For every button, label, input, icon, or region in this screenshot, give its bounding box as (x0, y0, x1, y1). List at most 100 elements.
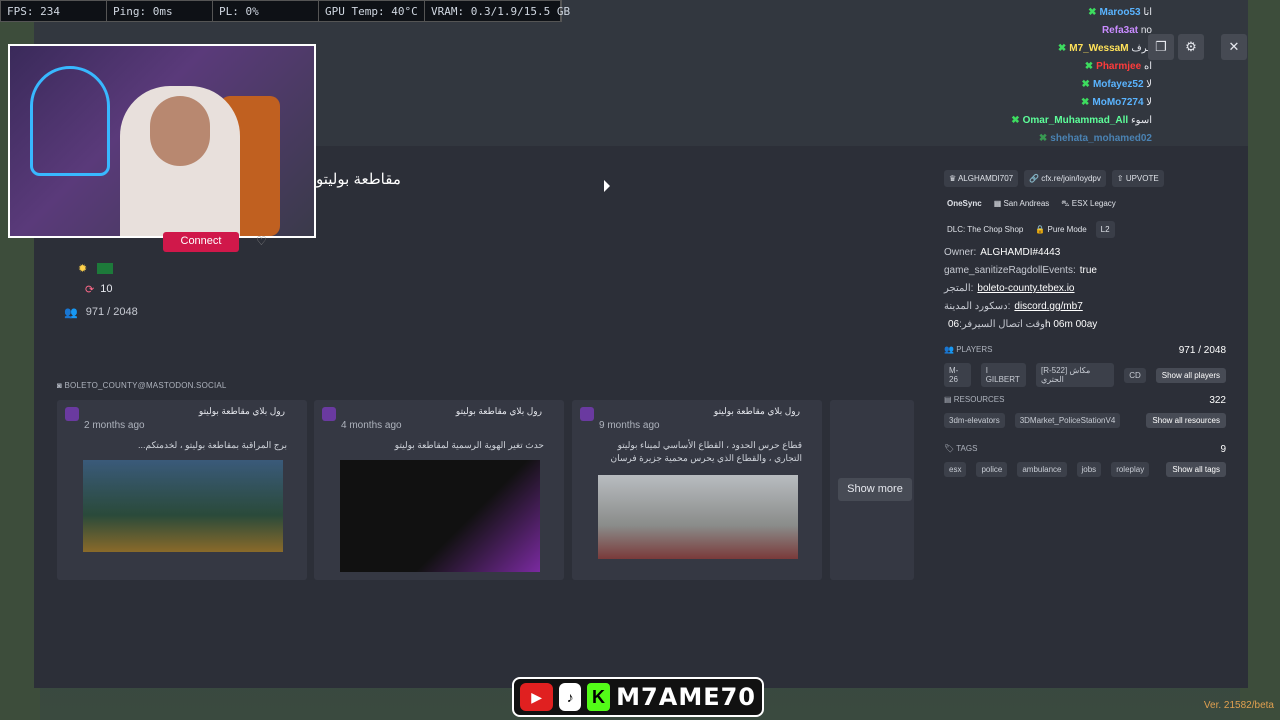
owner-chip-label: ALGHAMDI707 (957, 174, 1014, 183)
chat-line: ✖ Pharmjee اه (932, 58, 1152, 76)
ping-readout: Ping: 0ms (107, 1, 213, 21)
vram-readout: VRAM: 0.3/1.9/15.5 GB (425, 1, 570, 21)
pure-mode-label: Pure Mode (1047, 225, 1087, 234)
tiktok-icon: ♪ (559, 683, 581, 711)
heart-icon[interactable]: ♡ (256, 234, 267, 248)
youtube-icon: ▶ (520, 683, 554, 711)
upvote-label: UPVOTE (1125, 174, 1159, 183)
social-post-card[interactable]: رول بلاي مقاطعة بوليتو 2 months ago برج … (57, 400, 307, 580)
social-post-card[interactable]: رول بلاي مقاطعة بوليتو 9 months ago قطاع… (572, 400, 822, 580)
post-text: قطاع حرس الحدود ، القطاع الأساسي لميناء … (610, 440, 802, 463)
close-icon[interactable]: ✕ (1221, 34, 1247, 60)
chat-username: MoMo7274 (1092, 97, 1144, 108)
store-label: المتجر: (944, 283, 974, 294)
ragdoll-row: game_sanitizeRagdollEvents: true (944, 264, 1226, 278)
check-icon: ✖ (1081, 79, 1090, 90)
version-label: Ver. 21582/beta (1203, 700, 1274, 711)
tags-section: 🏷 TAGS 9 esx police ambulance jobs rolepl… (944, 444, 1226, 477)
player-count-value: 971 / 2048 (85, 306, 138, 318)
boost-value: 10 (100, 283, 113, 295)
owner-value: ALGHAMDI#4443 (980, 247, 1061, 258)
join-link-label: cfx.re/join/loydpv (1041, 174, 1101, 183)
onesync-chip: OneSync (947, 199, 982, 208)
post-text: برج المراقبة بمقاطعة بوليتو ، لخدمتكم... (137, 440, 287, 450)
packet-loss-readout: PL: 0% (213, 1, 319, 21)
owner-label: Owner: (944, 247, 977, 258)
check-icon: ✖ (1081, 97, 1090, 108)
discord-link[interactable]: discord.gg/mb7 (1014, 301, 1082, 312)
chat-line: ✖ Mofayez52 لا (932, 76, 1152, 94)
chat-message: اسوء (1130, 115, 1152, 126)
dlc-chips: DLC: The Chop Shop 🔒 Pure Mode L2 (944, 221, 1226, 238)
chat-message: انا (1143, 7, 1152, 18)
pure-level-badge: L2 (1095, 221, 1115, 238)
chat-line: ✖ Omar_Muhammad_All اسوء (932, 112, 1152, 130)
link-chips: ♛ ALGHAMDI707 🔗 cfx.re/join/loydpv ⇧ UPV… (944, 170, 1226, 187)
chat-line: ✖ shehata_mohamed02 (932, 130, 1152, 148)
connect-button[interactable]: Connect (163, 232, 239, 252)
store-link[interactable]: boleto-county.tebex.io (977, 283, 1074, 294)
show-all-tags-button[interactable]: Show all tags (1166, 462, 1226, 477)
gear-icon[interactable]: ⚙ (1178, 34, 1204, 60)
chat-username: Maroo53 (1099, 7, 1141, 18)
players-section: 👥 PLAYERS 971 / 2048 M-26 I GILBERT [R-52… (944, 345, 1226, 387)
player-chip: [R-522] مكاش الحتري (1035, 363, 1115, 387)
chat-username: Omar_Muhammad_All (1022, 115, 1129, 126)
gpu-temp-readout: GPU Temp: 40°C (319, 1, 425, 21)
resources-section: ▤ RESOURCES 322 3dm-elevators 3DMarket_Po… (944, 395, 1226, 428)
server-title: مقاطعة بوليتو (316, 171, 401, 188)
player-chip: CD (1124, 367, 1146, 383)
post-author: رول بلاي مقاطعة بوليتو (713, 406, 800, 416)
resources-count: 322 (1209, 395, 1226, 406)
post-image (83, 460, 283, 552)
tags-heading: 🏷 TAGS (944, 444, 978, 453)
store-row: المتجر: boleto-county.tebex.io (944, 282, 1226, 296)
boost-count: ⟳ 10 (85, 283, 112, 296)
join-link-chip[interactable]: 🔗 cfx.re/join/loydpv (1024, 170, 1106, 187)
show-more-button[interactable]: Show more (838, 478, 912, 501)
streamer-webcam (8, 44, 316, 238)
resource-chip: 3DMarket_PoliceStationV4 (1014, 413, 1121, 428)
chat-message: لا (1146, 79, 1152, 90)
social-handle: BOLETO_COUNTY@MASTODON.SOCIAL (64, 381, 227, 390)
social-post-card[interactable]: رول بلاي مقاطعة بوليتو 4 months ago حدث … (314, 400, 564, 580)
players-label: PLAYERS (956, 345, 993, 354)
post-author: رول بلاي مقاطعة بوليتو (455, 406, 542, 416)
post-image (598, 475, 798, 559)
ragdoll-label: game_sanitizeRagdollEvents: (944, 265, 1076, 276)
show-all-players-button[interactable]: Show all players (1155, 367, 1226, 383)
users-icon: 👥 (64, 307, 78, 319)
players-heading: 👥 PLAYERS (944, 345, 993, 354)
chat-line: ✖ MoMo7274 لا (932, 94, 1152, 112)
post-time: 4 months ago (341, 420, 402, 431)
player-count: 👥 971 / 2048 (64, 306, 138, 319)
resources-label: RESOURCES (953, 395, 1005, 404)
feature-chips: OneSync ▦ San Andreas ⛍ ESX Legacy (944, 195, 1226, 213)
avatar (65, 407, 79, 421)
post-author: رول بلاي مقاطعة بوليتو (198, 406, 285, 416)
owner-chip[interactable]: ♛ ALGHAMDI707 (944, 170, 1019, 187)
dlc-chip: DLC: The Chop Shop (947, 225, 1024, 234)
check-icon: ✖ (1038, 133, 1048, 144)
players-count: 971 / 2048 (1178, 345, 1226, 356)
copy-icon[interactable]: ❐ (1148, 34, 1174, 60)
avatar (580, 407, 594, 421)
check-icon: ✖ (1057, 43, 1067, 54)
owner-row: Owner: ALGHAMDI#4443 (944, 246, 1226, 260)
map-label: San Andreas (1003, 199, 1050, 208)
check-icon: ✖ (1084, 61, 1094, 72)
fps-readout: FPS: 234 (1, 1, 107, 21)
streamer-brand-logo: ▶ ♪ K M7AME70 (512, 677, 764, 717)
uptime-label: وقت اتصال السيرفر: (959, 319, 1046, 330)
sun-icon: ✹ (78, 263, 88, 275)
social-feed-label: ◙ BOLETO_COUNTY@MASTODON.SOCIAL (57, 381, 227, 390)
stream-chat: ✖ Maroo53 انا Refa3at no ✖ M7_WessaM قرف ✖… (932, 4, 1152, 148)
tag-chip: roleplay (1111, 462, 1150, 477)
tag-chip: ambulance (1017, 462, 1067, 477)
mouse-cursor-icon (604, 180, 610, 192)
pure-mode-chip: 🔒 Pure Mode (1035, 225, 1087, 234)
check-icon: ✖ (1011, 115, 1020, 126)
tags-label: TAGS (956, 444, 978, 453)
upvote-button[interactable]: ⇧ UPVOTE (1111, 170, 1164, 187)
show-all-resources-button[interactable]: Show all resources (1146, 413, 1226, 428)
